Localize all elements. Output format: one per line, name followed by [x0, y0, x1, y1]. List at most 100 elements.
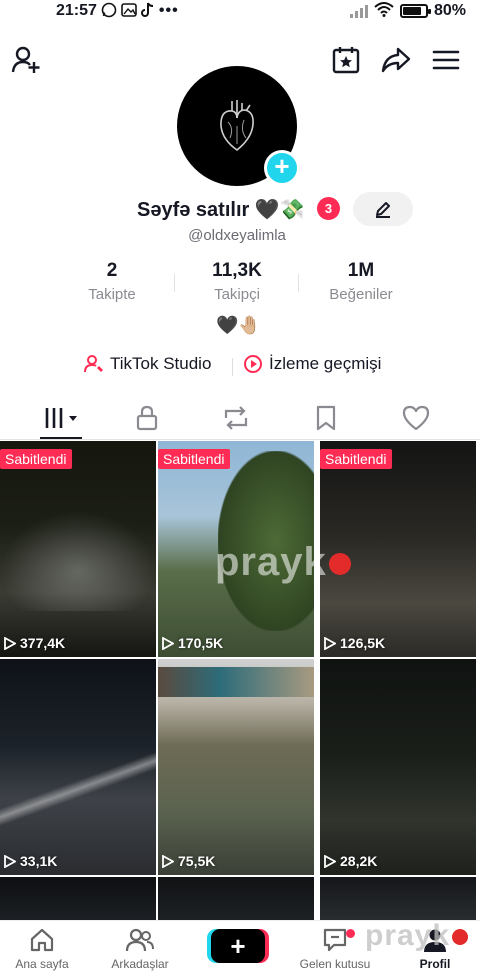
- video-thumbnail[interactable]: Sabitlendi 377,4K: [0, 441, 156, 657]
- username: @oldxeyalimla: [188, 227, 286, 244]
- battery-percent: 80%: [433, 2, 466, 19]
- active-tab-indicator: [40, 437, 82, 439]
- divider: [174, 274, 175, 292]
- view-count-text: 377,4K: [20, 635, 66, 651]
- view-count-text: 126,5K: [340, 635, 386, 651]
- gallery-icon: [121, 2, 137, 20]
- nav-home[interactable]: Ana sayfa: [2, 927, 82, 971]
- notification-badge: 3: [317, 197, 340, 220]
- anatomical-heart-icon: [220, 100, 254, 152]
- view-count: 75,5K: [162, 853, 215, 869]
- watermark-text: prayk: [365, 919, 451, 952]
- view-count-text: 170,5K: [178, 635, 224, 651]
- thumbnail-image: [158, 667, 314, 697]
- pinned-badge: Sabitlendi: [158, 449, 230, 469]
- studio-icon: [84, 355, 103, 373]
- thumbnail-image: [0, 729, 156, 849]
- tiktok-studio-link[interactable]: TikTok Studio: [84, 354, 211, 374]
- bio: 🖤🤚🏼: [216, 315, 261, 336]
- add-story-button[interactable]: +: [264, 150, 300, 186]
- play-icon: [162, 854, 174, 868]
- view-count-text: 75,5K: [178, 853, 216, 869]
- video-thumbnail[interactable]: [0, 877, 156, 921]
- calendar-star-icon[interactable]: [330, 44, 362, 76]
- battery-icon: [399, 4, 431, 18]
- view-count: 126,5K: [324, 635, 385, 651]
- play-history-icon: [244, 355, 262, 373]
- repost-icon: [224, 406, 248, 430]
- link-label: İzleme geçmişi: [269, 354, 382, 373]
- nav-label: Gelen kutusu: [299, 957, 371, 971]
- view-count: 28,2K: [324, 853, 377, 869]
- watermark-text: prayk: [215, 540, 327, 584]
- inbox-notification-dot: [346, 929, 355, 938]
- tab-liked[interactable]: [392, 400, 440, 436]
- video-thumbnail[interactable]: 28,2K: [320, 659, 476, 875]
- tab-reposts[interactable]: [212, 400, 260, 436]
- play-icon: [324, 854, 336, 868]
- play-icon: [4, 854, 16, 868]
- pencil-icon: [376, 202, 390, 218]
- pinned-badge: Sabitlendi: [320, 449, 392, 469]
- tiktok-notification-icon: [140, 2, 155, 21]
- pinned-badge: Sabitlendi: [0, 449, 72, 469]
- watermark: prayk: [365, 919, 469, 953]
- bookmark-icon: [316, 405, 336, 431]
- stat-followers[interactable]: 11,3K Takipçi: [182, 260, 292, 303]
- status-time: 21:57: [56, 2, 97, 19]
- view-count: 170,5K: [162, 635, 223, 651]
- play-icon: [4, 636, 16, 650]
- profile-tabs: [0, 396, 480, 440]
- stat-value: 11,3K: [212, 260, 262, 281]
- bottom-navigation: Ana sayfa Arkadaşlar + Gelen kutusu Prof…: [0, 919, 480, 975]
- nav-label: Ana sayfa: [15, 957, 69, 971]
- heart-icon: [402, 405, 430, 431]
- nav-label: Arkadaşlar: [111, 957, 169, 971]
- play-icon: [162, 636, 174, 650]
- view-count: 33,1K: [4, 853, 57, 869]
- profile-stats: 2 Takipte 11,3K Takipçi 1M Beğeniler: [0, 260, 480, 306]
- nav-friends[interactable]: Arkadaşlar: [100, 927, 180, 971]
- video-thumbnail[interactable]: 33,1K: [0, 659, 156, 875]
- create-post-button[interactable]: +: [211, 929, 265, 963]
- add-friend-icon[interactable]: [10, 44, 42, 76]
- stat-label: Takipte: [88, 286, 136, 303]
- stat-value: 2: [106, 260, 118, 281]
- tab-private[interactable]: [123, 400, 171, 436]
- divider: [232, 358, 233, 376]
- play-icon: [324, 636, 336, 650]
- tab-videos[interactable]: [37, 400, 85, 436]
- watch-history-link[interactable]: İzleme geçmişi: [243, 354, 381, 374]
- edit-profile-button[interactable]: [353, 192, 413, 226]
- menu-icon[interactable]: [430, 44, 462, 76]
- profile-links: TikTok Studio İzleme geçmişi: [0, 352, 480, 380]
- divider: [298, 274, 299, 292]
- bio-emoji: 🖤🤚🏼: [216, 315, 261, 335]
- view-count-text: 28,2K: [340, 853, 378, 869]
- wifi-icon: [374, 1, 394, 22]
- lock-icon: [136, 405, 158, 431]
- nav-inbox[interactable]: Gelen kutusu: [295, 927, 375, 971]
- friends-icon: [125, 928, 154, 952]
- stat-following[interactable]: 2 Takipte: [57, 260, 167, 303]
- whatsapp-icon: [101, 2, 117, 21]
- watermark: prayk: [215, 540, 351, 585]
- signal-icon: [349, 4, 368, 18]
- view-count-text: 33,1K: [20, 853, 58, 869]
- stat-value: 1M: [347, 260, 375, 281]
- share-icon[interactable]: [380, 44, 412, 76]
- nav-label: Profil: [419, 957, 451, 971]
- stat-likes[interactable]: 1M Beğeniler: [306, 260, 416, 303]
- home-icon: [30, 928, 54, 952]
- video-thumbnail[interactable]: 75,5K: [158, 659, 314, 875]
- more-notifications-icon: •••: [158, 2, 179, 19]
- display-name: Səyfə satılır 🖤💸: [137, 199, 305, 221]
- inbox-icon: [323, 928, 347, 952]
- video-thumbnail[interactable]: [158, 877, 314, 921]
- video-thumbnail[interactable]: [320, 877, 476, 921]
- stat-label: Beğeniler: [329, 286, 393, 303]
- link-label: TikTok Studio: [110, 354, 212, 373]
- thumbnail-image: [0, 511, 156, 611]
- tab-saved[interactable]: [302, 400, 350, 436]
- stat-label: Takipçi: [214, 286, 260, 303]
